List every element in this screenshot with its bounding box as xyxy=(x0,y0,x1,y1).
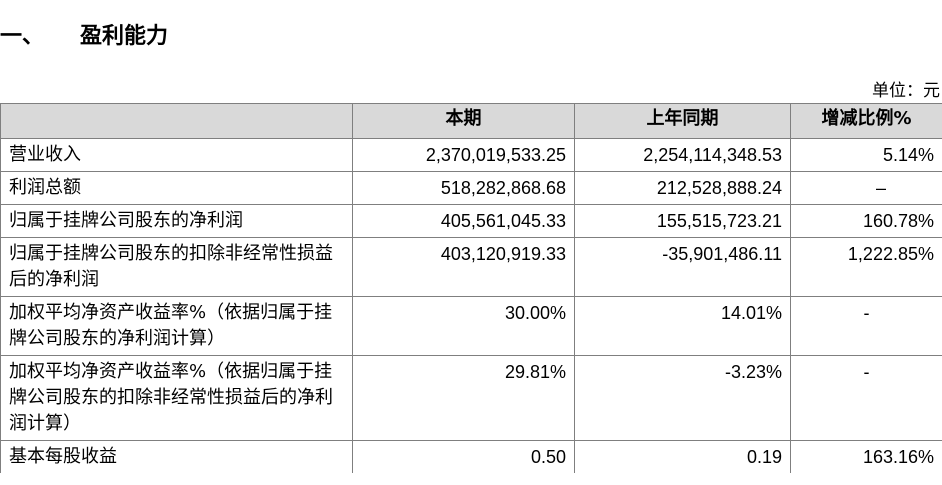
section-heading: 一、 盈利能力 xyxy=(0,18,168,50)
row-label: 基本每股收益 xyxy=(0,440,353,473)
current-value: 405,561,045.33 xyxy=(352,204,575,238)
change-value: – xyxy=(790,171,942,205)
row-label: 归属于挂牌公司股东的扣除非经常性损益后的净利润 xyxy=(0,237,353,297)
prior-value: -35,901,486.11 xyxy=(574,237,791,297)
change-value: 163.16% xyxy=(790,440,942,473)
prior-value: -3.23% xyxy=(574,355,791,441)
table-row: 基本每股收益 0.50 0.19 163.16% xyxy=(0,440,942,473)
table-row: 归属于挂牌公司股东的扣除非经常性损益后的净利润 403,120,919.33 -… xyxy=(0,237,942,297)
row-label: 利润总额 xyxy=(0,171,353,205)
prior-value: 212,528,888.24 xyxy=(574,171,791,205)
unit-label: 单位：元 xyxy=(872,81,940,101)
current-value: 30.00% xyxy=(352,296,575,356)
header-item xyxy=(0,103,353,139)
prior-value: 0.19 xyxy=(574,440,791,473)
profitability-table: 本期 上年同期 增减比例% 营业收入 2,370,019,533.25 2,25… xyxy=(0,103,942,473)
table-row: 加权平均净资产收益率%（依据归属于挂牌公司股东的净利润计算） 30.00% 14… xyxy=(0,296,942,356)
section-number: 一、 xyxy=(0,24,45,49)
table-header-row: 本期 上年同期 增减比例% xyxy=(0,103,942,139)
current-value: 0.50 xyxy=(352,440,575,473)
header-prior-period: 上年同期 xyxy=(574,103,791,139)
change-value: - xyxy=(790,355,942,441)
row-label: 归属于挂牌公司股东的净利润 xyxy=(0,204,353,238)
change-value: - xyxy=(790,296,942,356)
current-value: 518,282,868.68 xyxy=(352,171,575,205)
header-change-percent: 增减比例% xyxy=(790,103,942,139)
header-current-period: 本期 xyxy=(352,103,575,139)
table-row: 加权平均净资产收益率%（依据归属于挂牌公司股东的扣除非经常性损益后的净利润计算）… xyxy=(0,355,942,441)
table-row: 利润总额 518,282,868.68 212,528,888.24 – xyxy=(0,171,942,205)
prior-value: 155,515,723.21 xyxy=(574,204,791,238)
row-label: 营业收入 xyxy=(0,138,353,172)
table-row: 归属于挂牌公司股东的净利润 405,561,045.33 155,515,723… xyxy=(0,204,942,238)
prior-value: 2,254,114,348.53 xyxy=(574,138,791,172)
prior-value: 14.01% xyxy=(574,296,791,356)
change-value: 5.14% xyxy=(790,138,942,172)
row-label: 加权平均净资产收益率%（依据归属于挂牌公司股东的扣除非经常性损益后的净利润计算） xyxy=(0,355,353,441)
table-row: 营业收入 2,370,019,533.25 2,254,114,348.53 5… xyxy=(0,138,942,172)
section-title: 盈利能力 xyxy=(80,24,169,49)
current-value: 2,370,019,533.25 xyxy=(352,138,575,172)
current-value: 403,120,919.33 xyxy=(352,237,575,297)
change-value: 1,222.85% xyxy=(790,237,942,297)
current-value: 29.81% xyxy=(352,355,575,441)
change-value: 160.78% xyxy=(790,204,942,238)
row-label: 加权平均净资产收益率%（依据归属于挂牌公司股东的净利润计算） xyxy=(0,296,353,356)
